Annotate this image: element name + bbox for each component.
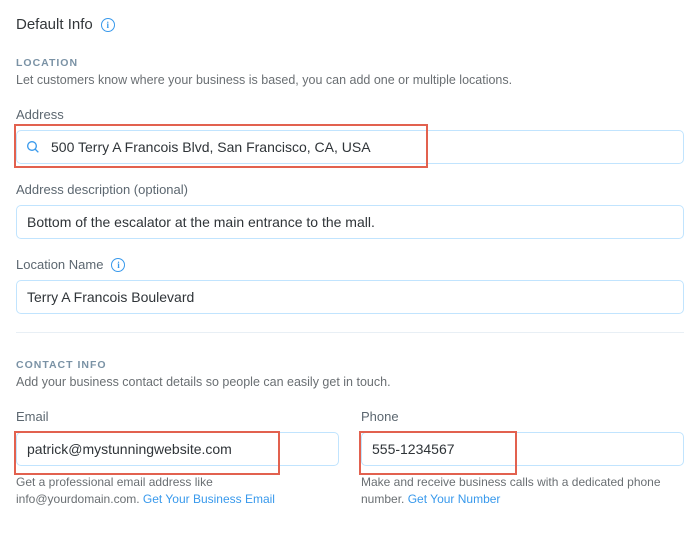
location-name-wrap (16, 280, 684, 314)
phone-column: Phone Make and receive business calls wi… (361, 409, 684, 509)
location-section-label: LOCATION (16, 57, 684, 69)
email-input[interactable] (16, 432, 339, 466)
email-hint: Get a professional email address like in… (16, 474, 339, 509)
info-icon[interactable]: i (101, 18, 115, 32)
get-number-link[interactable]: Get Your Number (408, 492, 501, 506)
location-section-desc: Let customers know where your business i… (16, 73, 684, 87)
phone-input[interactable] (361, 432, 684, 466)
page-title: Default Info (16, 16, 93, 33)
page-header: Default Info i (16, 16, 684, 33)
email-label: Email (16, 409, 339, 424)
address-input[interactable] (16, 130, 684, 164)
phone-hint: Make and receive business calls with a d… (361, 474, 684, 509)
address-desc-input[interactable] (16, 205, 684, 239)
section-divider (16, 332, 684, 333)
location-name-label-text: Location Name (16, 257, 103, 272)
phone-label: Phone (361, 409, 684, 424)
address-desc-label: Address description (optional) (16, 182, 684, 197)
address-field-wrap (16, 130, 684, 164)
contact-section-desc: Add your business contact details so peo… (16, 375, 684, 389)
contact-section: CONTACT INFO Add your business contact d… (16, 359, 684, 509)
location-name-label: Location Name i (16, 257, 684, 272)
address-label: Address (16, 107, 684, 122)
location-section: LOCATION Let customers know where your b… (16, 57, 684, 314)
phone-hint-text: Make and receive business calls with a d… (361, 475, 661, 506)
address-desc-wrap (16, 205, 684, 239)
get-email-link[interactable]: Get Your Business Email (143, 492, 275, 506)
location-name-input[interactable] (16, 280, 684, 314)
info-icon[interactable]: i (111, 258, 125, 272)
email-wrap (16, 432, 339, 466)
contact-columns: Email Get a professional email address l… (16, 409, 684, 509)
contact-section-label: CONTACT INFO (16, 359, 684, 371)
phone-wrap (361, 432, 684, 466)
email-column: Email Get a professional email address l… (16, 409, 339, 509)
